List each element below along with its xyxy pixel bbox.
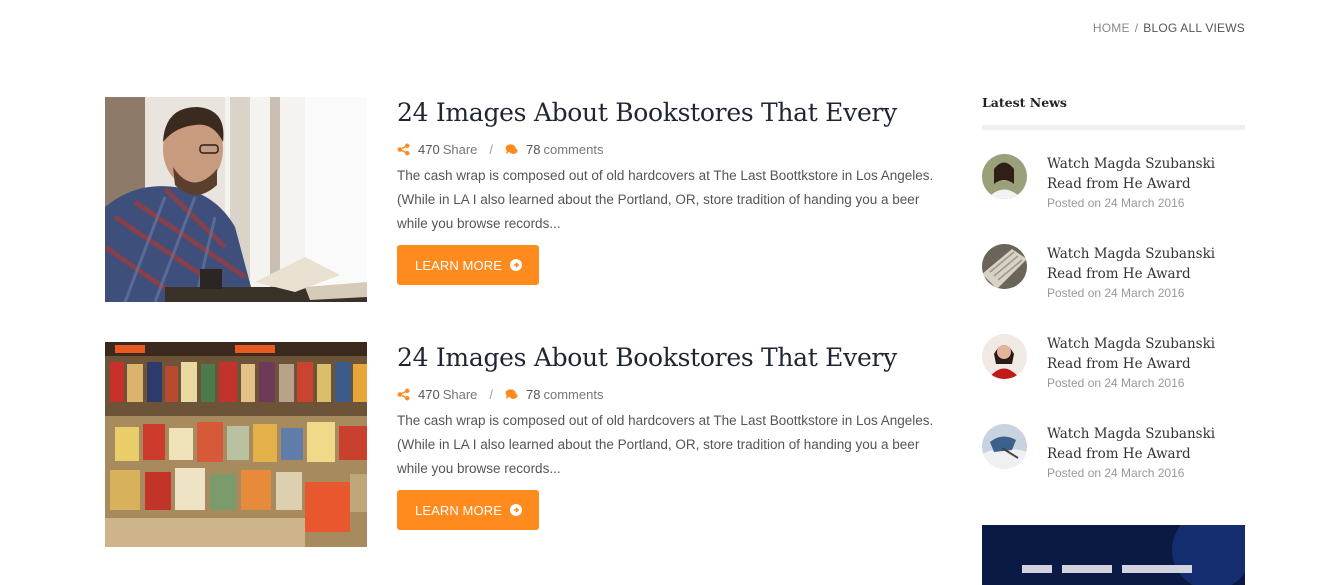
news-title[interactable]: Watch Magda Szubanski Read from He Award [1047, 154, 1247, 194]
breadcrumb-current: BLOG ALL VIEWS [1143, 21, 1245, 35]
breadcrumb-home-link[interactable]: HOME [1093, 21, 1130, 35]
arrow-circle-right-icon [509, 504, 522, 516]
news-item[interactable]: Watch Magda Szubanski Read from He Award… [982, 154, 1245, 214]
comment-count: 78 [526, 386, 541, 402]
news-thumbnail[interactable] [982, 424, 1027, 469]
comment-count: 78 [526, 141, 541, 157]
learn-more-button[interactable]: LEARN MORE [397, 245, 539, 285]
sidebar-heading: Latest News [982, 95, 1067, 110]
learn-more-button[interactable]: LEARN MORE [397, 490, 539, 530]
share-label[interactable]: Share [443, 387, 478, 402]
comments-icon[interactable] [505, 388, 518, 401]
post-meta: 470 Share / 78 comments [397, 140, 957, 158]
post-excerpt: The cash wrap is composed out of old har… [397, 413, 934, 476]
post-meta: 470 Share / 78 comments [397, 385, 957, 403]
news-title[interactable]: Watch Magda Szubanski Read from He Award [1047, 244, 1247, 284]
post-thumbnail-image[interactable] [105, 342, 367, 547]
news-title[interactable]: Watch Magda Szubanski Read from He Award [1047, 334, 1247, 374]
post-body: 24 Images About Bookstores That Every 47… [397, 97, 957, 285]
news-date: Posted on 24 March 2016 [1047, 466, 1185, 480]
news-item[interactable]: Watch Magda Szubanski Read from He Award… [982, 244, 1245, 304]
sidebar-divider [982, 125, 1245, 130]
comments-icon[interactable] [505, 143, 518, 156]
comment-label[interactable]: comments [544, 387, 604, 402]
post-body: 24 Images About Bookstores That Every 47… [397, 342, 957, 530]
post-title[interactable]: 24 Images About Bookstores That Every [397, 341, 957, 375]
meta-separator: / [489, 141, 494, 157]
news-date: Posted on 24 March 2016 [1047, 196, 1185, 210]
news-thumbnail[interactable] [982, 154, 1027, 199]
news-date: Posted on 24 March 2016 [1047, 286, 1185, 300]
blog-post: 24 Images About Bookstores That Every 47… [105, 97, 945, 303]
arrow-circle-right-icon [509, 259, 522, 271]
sidebar-banner-image[interactable] [982, 525, 1245, 585]
share-label[interactable]: Share [443, 142, 478, 157]
share-count: 470 [418, 386, 440, 402]
post-thumbnail-image[interactable] [105, 97, 367, 302]
news-thumbnail[interactable] [982, 334, 1027, 379]
news-title[interactable]: Watch Magda Szubanski Read from He Award [1047, 424, 1247, 464]
breadcrumb-separator: / [1134, 21, 1139, 35]
learn-more-label: LEARN MORE [415, 257, 502, 273]
post-excerpt: The cash wrap is composed out of old har… [397, 168, 934, 231]
share-count: 470 [418, 141, 440, 157]
comment-label[interactable]: comments [544, 142, 604, 157]
news-thumbnail[interactable] [982, 244, 1027, 289]
post-title[interactable]: 24 Images About Bookstores That Every [397, 96, 957, 130]
meta-separator: / [489, 386, 494, 402]
breadcrumb: HOME / BLOG ALL VIEWS [1093, 21, 1245, 35]
news-item[interactable]: Watch Magda Szubanski Read from He Award… [982, 424, 1245, 484]
learn-more-label: LEARN MORE [415, 502, 502, 518]
share-icon[interactable] [397, 143, 410, 156]
sidebar-latest-news: Latest News Watch Magda Szubanski Read f… [982, 95, 1245, 480]
share-icon[interactable] [397, 388, 410, 401]
news-item[interactable]: Watch Magda Szubanski Read from He Award… [982, 334, 1245, 394]
blog-post: 24 Images About Bookstores That Every 47… [105, 342, 945, 548]
news-date: Posted on 24 March 2016 [1047, 376, 1185, 390]
